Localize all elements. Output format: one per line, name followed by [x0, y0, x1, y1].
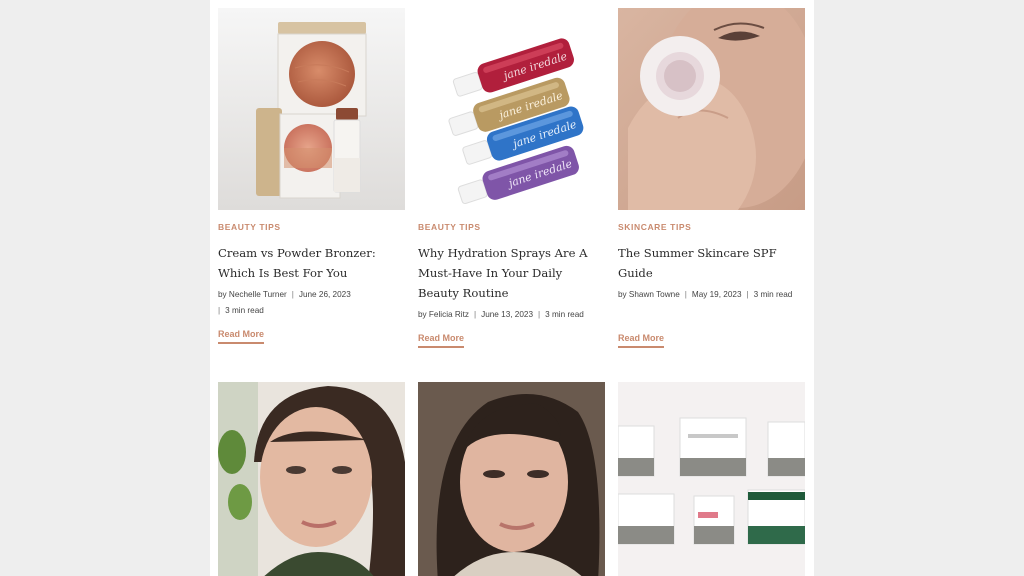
post-card: SKINCARE TIPS The Summer Skincare SPF Gu… [618, 8, 805, 348]
post-category[interactable]: SKINCARE TIPS [618, 222, 691, 232]
post-thumbnail-jars[interactable] [618, 382, 805, 576]
bronzer-compacts-image [218, 8, 405, 210]
post-category[interactable]: BEAUTY TIPS [418, 222, 481, 232]
post-thumbnail-bronzer[interactable] [218, 8, 405, 210]
post-author: by Nechelle Turner [218, 290, 287, 299]
post-author: by Shawn Towne [618, 290, 680, 299]
post-card [418, 382, 605, 576]
post-title[interactable]: Why Hydration Sprays Are A Must-Have In … [418, 243, 605, 303]
meta-divider: | [291, 290, 294, 299]
post-category[interactable]: BEAUTY TIPS [218, 222, 281, 232]
post-date: June 13, 2023 [481, 310, 534, 319]
read-more-link[interactable]: Read More [618, 333, 665, 348]
post-date: May 19, 2023 [691, 290, 742, 299]
post-thumbnail-hydration[interactable]: jane iredale jane iredale jane iredale j… [418, 8, 605, 210]
read-more-link[interactable]: Read More [418, 333, 465, 348]
post-card: jane iredale jane iredale jane iredale j… [418, 8, 605, 348]
post-read-time: 3 min read [753, 290, 793, 299]
post-meta: by Shawn Towne | May 19, 2023 | 3 min read [618, 287, 805, 303]
blog-grid: BEAUTY TIPS Cream vs Powder Bronzer: Whi… [210, 0, 814, 576]
meta-divider: | [684, 290, 687, 299]
meta-divider: | [746, 290, 749, 299]
spf-applicator-face-image [618, 8, 805, 210]
post-title[interactable]: Cream vs Powder Bronzer: Which Is Best F… [218, 243, 405, 283]
post-thumbnail-spf[interactable] [618, 8, 805, 210]
post-card [218, 382, 405, 576]
post-title[interactable]: The Summer Skincare SPF Guide [618, 243, 805, 283]
woman-portrait-image [218, 382, 405, 576]
post-read-time: 3 min read [225, 306, 264, 315]
skincare-jars-image [618, 382, 805, 576]
post-thumbnail-selfie[interactable] [418, 382, 605, 576]
post-author: by Felicia Ritz [418, 310, 469, 319]
post-thumbnail-portrait[interactable] [218, 382, 405, 576]
post-meta: by Felicia Ritz | June 13, 2023 | 3 min read [418, 307, 605, 323]
meta-divider: | [473, 310, 477, 319]
hydration-spray-bottles-image: jane iredale jane iredale jane iredale j… [418, 8, 605, 210]
post-meta: by Nechelle Turner | June 26, 2023 | 3 min … [218, 287, 405, 319]
read-more-link[interactable]: Read More [218, 329, 265, 344]
woman-selfie-image [418, 382, 605, 576]
post-card [618, 382, 805, 576]
post-card: BEAUTY TIPS Cream vs Powder Bronzer: Whi… [218, 8, 405, 344]
meta-divider: | [538, 310, 541, 319]
post-read-time: 3 min read [545, 310, 584, 319]
post-date: June 26, 2023 [298, 290, 351, 299]
